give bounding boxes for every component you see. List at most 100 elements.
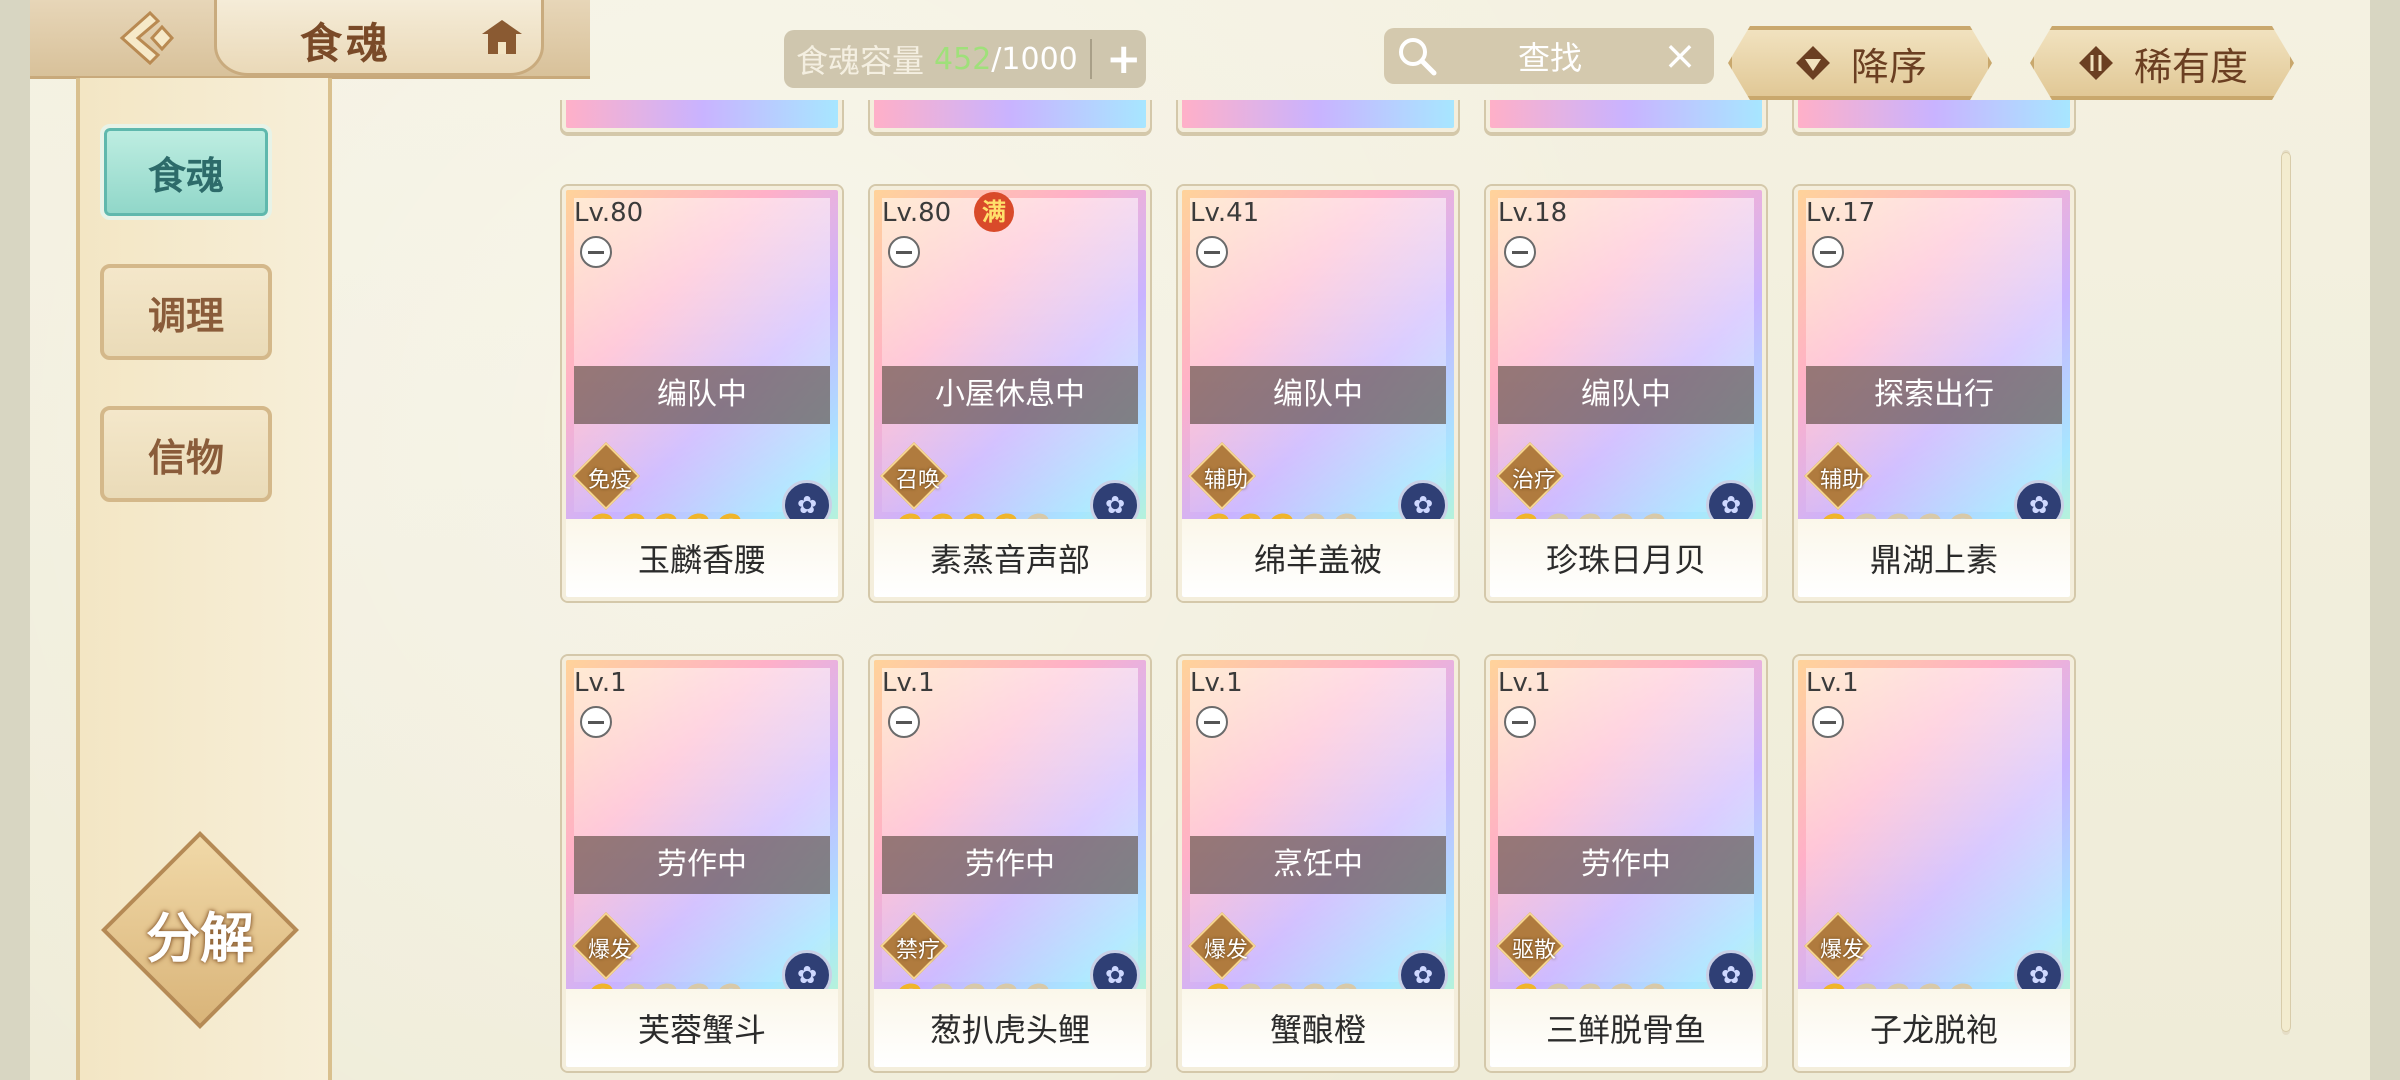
level-label: Lv.18: [1498, 198, 1568, 228]
level-label: Lv.17: [1806, 198, 1876, 228]
card-name: 三鲜脱骨鱼: [1545, 1011, 1706, 1049]
level-label: Lv.80: [574, 198, 644, 228]
sort-by-button[interactable]: 稀有度: [2030, 26, 2294, 100]
status-banner: 编队中: [574, 366, 830, 424]
scrollbar-thumb[interactable]: [2281, 152, 2291, 1032]
role-label: 辅助: [1203, 468, 1248, 493]
card-name: 芙蓉蟹斗: [637, 1011, 766, 1049]
role-label: 驱散: [1511, 938, 1556, 963]
card-partial[interactable]: [562, 100, 842, 132]
name-band: 子龙脱袍: [1798, 989, 2070, 1067]
status-banner: 劳作中: [1498, 836, 1754, 894]
lock-icon[interactable]: [1504, 236, 1536, 268]
sidebar-item-food-souls[interactable]: 食魂: [100, 124, 272, 220]
card-partial[interactable]: [1794, 100, 2074, 132]
search-placeholder: 查找: [1517, 39, 1582, 77]
lock-icon[interactable]: [1196, 706, 1228, 738]
food-soul-card[interactable]: Lv.17 探索出行 辅助 ✿ 鼎湖上素: [1794, 186, 2074, 601]
decompose-button[interactable]: 分解: [101, 831, 299, 1030]
card-name: 玉麟香腰: [637, 541, 766, 579]
name-band: 绵羊盖被: [1182, 519, 1454, 597]
role-label: 免疫: [587, 468, 632, 493]
card-name: 蟹酿橙: [1269, 1011, 1366, 1049]
capacity-current: 452: [934, 41, 992, 77]
card-partial[interactable]: [870, 100, 1150, 132]
food-soul-card[interactable]: Lv.1 烹饪中 爆发 ✿ 蟹酿橙: [1178, 656, 1458, 1071]
level-label: Lv.80: [882, 198, 952, 228]
role-label: 爆发: [1819, 938, 1864, 963]
food-soul-card[interactable]: Lv.18 编队中 治疗 ✿ 珍珠日月贝: [1486, 186, 1766, 601]
level-label: Lv.1: [1806, 668, 1859, 698]
status-banner: 烹饪中: [1190, 836, 1446, 894]
status-banner: 劳作中: [574, 836, 830, 894]
right-border: [2370, 0, 2400, 1080]
card-name: 素蒸音声部: [929, 541, 1090, 579]
back-arrow-icon: [119, 10, 175, 66]
capacity-panel: 食魂容量 452 /1000 +: [784, 30, 1146, 88]
name-band: 蟹酿橙: [1182, 989, 1454, 1067]
status-banner: 劳作中: [882, 836, 1138, 894]
food-soul-card[interactable]: Lv.80 编队中 免疫 ✿ 玉麟香腰: [562, 186, 842, 601]
lock-icon[interactable]: [888, 706, 920, 738]
food-soul-card[interactable]: Lv.41 编队中 辅助 ✿ 绵羊盖被: [1178, 186, 1458, 601]
page-title: 食魂: [300, 19, 393, 68]
lock-icon[interactable]: [888, 236, 920, 268]
role-label: 召唤: [895, 468, 940, 493]
capacity-divider: [1089, 39, 1092, 79]
food-soul-card[interactable]: Lv.1 劳作中 爆发 ✿ 芙蓉蟹斗: [562, 656, 842, 1071]
home-icon[interactable]: [480, 16, 524, 60]
lock-icon[interactable]: [580, 236, 612, 268]
lock-icon[interactable]: [1812, 706, 1844, 738]
sort-by-label: 稀有度: [2133, 44, 2248, 89]
max-badge: 满: [974, 192, 1014, 232]
role-label: 爆发: [587, 938, 632, 963]
lock-icon[interactable]: [1196, 236, 1228, 268]
card-name: 子龙脱袍: [1869, 1011, 1998, 1049]
level-label: Lv.41: [1190, 198, 1260, 228]
card-name: 葱扒虎头鲤: [929, 1011, 1090, 1049]
clear-icon[interactable]: ×: [1660, 36, 1700, 76]
lock-icon[interactable]: [580, 706, 612, 738]
level-label: Lv.1: [882, 668, 935, 698]
name-band: 素蒸音声部: [874, 519, 1146, 597]
level-label: Lv.1: [574, 668, 627, 698]
level-label: Lv.1: [1498, 668, 1551, 698]
capacity-label: 食魂容量: [796, 42, 925, 80]
name-band: 三鲜脱骨鱼: [1490, 989, 1762, 1067]
down-triangle-icon: [1793, 43, 1833, 83]
card-name: 鼎湖上素: [1869, 541, 1998, 579]
status-banner: 编队中: [1498, 366, 1754, 424]
name-band: 玉麟香腰: [566, 519, 838, 597]
sort-order-label: 降序: [1850, 44, 1927, 89]
lock-icon[interactable]: [1812, 236, 1844, 268]
role-label: 治疗: [1511, 468, 1556, 493]
name-band: 珍珠日月贝: [1490, 519, 1762, 597]
food-soul-card[interactable]: Lv.1 爆发 ✿ 子龙脱袍: [1794, 656, 2074, 1071]
card-name: 珍珠日月贝: [1545, 541, 1706, 579]
capacity-max: /1000: [991, 41, 1078, 77]
name-band: 葱扒虎头鲤: [874, 989, 1146, 1067]
role-label: 辅助: [1819, 468, 1864, 493]
card-partial[interactable]: [1178, 100, 1458, 132]
card-partial[interactable]: [1486, 100, 1766, 132]
add-capacity-button[interactable]: +: [1102, 37, 1146, 81]
role-label: 禁疗: [895, 938, 940, 963]
name-band: 芙蓉蟹斗: [566, 989, 838, 1067]
food-soul-card[interactable]: Lv.80 满小屋休息中 召唤 ✿ 素蒸音声部: [870, 186, 1150, 601]
food-soul-card[interactable]: Lv.1 劳作中 驱散 ✿ 三鲜脱骨鱼: [1486, 656, 1766, 1071]
level-label: Lv.1: [1190, 668, 1243, 698]
status-banner: 小屋休息中: [882, 366, 1138, 424]
food-soul-card[interactable]: Lv.1 劳作中 禁疗 ✿ 葱扒虎头鲤: [870, 656, 1150, 1071]
search-field[interactable]: 查找 ×: [1384, 28, 1714, 84]
sidebar-item-conditioning[interactable]: 调理: [100, 264, 272, 360]
back-button[interactable]: [92, 6, 208, 70]
search-icon: [1399, 38, 1437, 76]
sort-arrows-icon: [2076, 43, 2116, 83]
sort-order-button[interactable]: 降序: [1728, 26, 1992, 100]
decompose-label: 分解: [146, 906, 254, 970]
status-banner: 编队中: [1190, 366, 1446, 424]
lock-icon[interactable]: [1504, 706, 1536, 738]
sidebar-item-tokens[interactable]: 信物: [100, 406, 272, 502]
name-band: 鼎湖上素: [1798, 519, 2070, 597]
role-label: 爆发: [1203, 938, 1248, 963]
